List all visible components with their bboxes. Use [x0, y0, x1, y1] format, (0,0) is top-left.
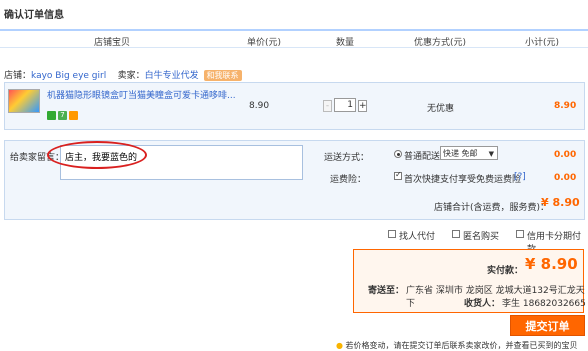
- shop-total-value: ¥ 8.90: [541, 196, 580, 209]
- insurance-help-link[interactable]: [?]: [514, 172, 526, 182]
- table-header: 店铺宝贝 单价(元) 数量 优惠方式(元) 小计(元): [0, 29, 588, 48]
- shipping-selected-value: 快递 免邮: [443, 149, 478, 158]
- insurance-checkbox[interactable]: [394, 170, 402, 180]
- annotation-circle: [47, 141, 147, 169]
- shop-label: 店铺：: [4, 71, 32, 81]
- item-price: 8.90: [249, 101, 270, 111]
- anonymous-label: 匿名购买: [463, 232, 500, 242]
- installment-checkbox[interactable]: [516, 230, 524, 238]
- agent-pay-checkbox[interactable]: [388, 230, 396, 238]
- col-discount: 优惠方式(元): [414, 38, 467, 48]
- service-badge-icon: [47, 111, 56, 120]
- address-label: 寄送至：: [368, 286, 405, 296]
- insurance-price: 0.00: [554, 173, 577, 183]
- col-quantity: 数量: [336, 38, 355, 48]
- lightbulb-icon: ●: [336, 341, 343, 350]
- col-unit-price: 单价(元): [247, 38, 282, 48]
- shipping-price: 0.00: [554, 150, 577, 160]
- shop-link[interactable]: kayo Big eye girl: [31, 71, 106, 81]
- insurance-label: 运费险：: [330, 175, 367, 185]
- price-change-note: ● 若价格变动，请在提交订单后联系卖家改价，并查看已买到的宝贝: [336, 340, 578, 351]
- insurance-text: 首次快捷支付享受免费运费险: [404, 175, 522, 185]
- shipping-option-label: 普通配送: [404, 152, 441, 162]
- note-text: 若价格变动，请在提交订单后联系卖家改价，并查看已买到的宝贝: [345, 341, 578, 350]
- col-shop-item: 店铺宝贝: [94, 38, 131, 48]
- dropdown-arrow-icon: ▼: [488, 150, 494, 158]
- product-thumbnail[interactable]: [8, 89, 40, 113]
- shipping-radio[interactable]: [394, 150, 402, 158]
- item-discount: 无优惠: [427, 104, 455, 114]
- contact-seller-button[interactable]: 和我联系: [203, 70, 242, 81]
- product-name-link[interactable]: 机器猫隐形眼镜盒叮当猫美瞳盒可爱卡通哆啡...: [47, 88, 236, 101]
- quantity-input[interactable]: 1: [334, 98, 356, 112]
- item-subtotal: 8.90: [554, 101, 577, 111]
- pay-label: 实付款：: [487, 266, 524, 276]
- anonymous-checkbox[interactable]: [452, 230, 460, 238]
- pay-amount: ¥ 8.90: [525, 255, 578, 273]
- qty-increase-button[interactable]: +: [358, 100, 367, 112]
- shipping-label: 运送方式：: [324, 153, 370, 163]
- col-subtotal: 小计(元): [525, 38, 560, 48]
- shop-row: 店铺：kayo Big eye girl 卖家：白牛专业代发 和我联系: [4, 68, 242, 81]
- qty-decrease-button[interactable]: -: [323, 100, 332, 112]
- receiver-value: 李生 18682032665: [502, 299, 586, 309]
- agent-pay-label: 找人代付: [399, 232, 436, 242]
- delivery-badge-icon: [69, 111, 78, 120]
- receiver-label: 收货人：: [464, 299, 501, 309]
- shipping-method-select[interactable]: 快递 免邮 ▼: [440, 146, 498, 160]
- seller-link[interactable]: 白牛专业代发: [145, 71, 199, 81]
- seven-day-return-icon: 7: [58, 111, 67, 120]
- seller-label: 卖家：: [117, 71, 145, 81]
- submit-order-button[interactable]: 提交订单: [510, 315, 585, 336]
- page-title: 确认订单信息: [4, 10, 64, 21]
- shop-total-label: 店铺合计(含运费，服务费)：: [434, 203, 550, 213]
